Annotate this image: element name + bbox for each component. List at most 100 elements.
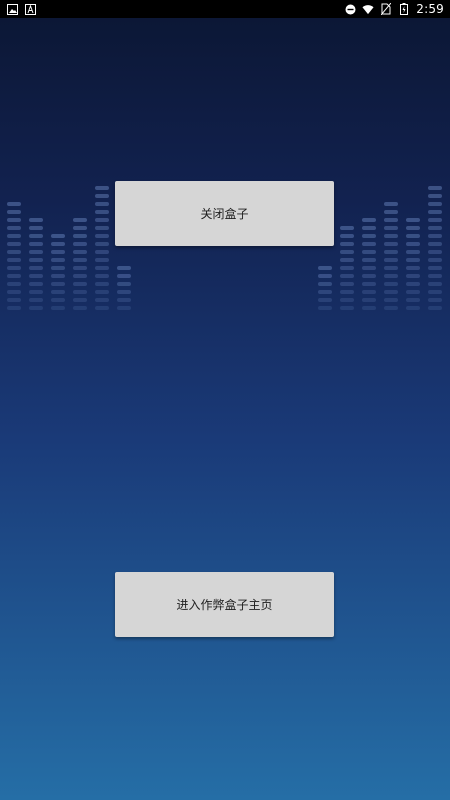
equalizer-segment: [95, 274, 109, 278]
equalizer-column: [7, 170, 21, 310]
equalizer-segment: [73, 242, 87, 246]
equalizer-segment: [362, 282, 376, 286]
equalizer-segment: [428, 266, 442, 270]
equalizer-segment: [318, 306, 332, 310]
equalizer-segment: [95, 250, 109, 254]
equalizer-segment: [384, 306, 398, 310]
equalizer-segment: [29, 250, 43, 254]
close-box-button[interactable]: 关闭盒子: [115, 181, 334, 246]
equalizer-segment: [95, 290, 109, 294]
equalizer-segment: [51, 258, 65, 262]
equalizer-segment: [340, 242, 354, 246]
equalizer-segment: [95, 306, 109, 310]
equalizer-segment: [428, 186, 442, 190]
equalizer-segment: [384, 274, 398, 278]
equalizer-segment: [7, 234, 21, 238]
equalizer-segment: [384, 218, 398, 222]
equalizer-segment: [95, 298, 109, 302]
equalizer-segment: [73, 306, 87, 310]
equalizer-segment: [362, 290, 376, 294]
equalizer-segment: [95, 282, 109, 286]
equalizer-segment: [384, 298, 398, 302]
equalizer-segment: [384, 290, 398, 294]
equalizer-segment: [29, 234, 43, 238]
equalizer-segment: [384, 202, 398, 206]
equalizer-segment: [406, 282, 420, 286]
equalizer-segment: [428, 274, 442, 278]
equalizer-segment: [428, 290, 442, 294]
equalizer-segment: [7, 210, 21, 214]
equalizer-segment: [29, 290, 43, 294]
equalizer-segment: [73, 290, 87, 294]
enter-cheat-box-home-button[interactable]: 进入作弊盒子主页: [115, 572, 334, 637]
status-time: 2:59: [416, 2, 444, 16]
equalizer-segment: [7, 202, 21, 206]
equalizer-segment: [406, 226, 420, 230]
equalizer-segment: [95, 194, 109, 198]
equalizer-segment: [73, 298, 87, 302]
equalizer-segment: [384, 210, 398, 214]
equalizer-segment: [73, 226, 87, 230]
equalizer-segment: [340, 298, 354, 302]
equalizer-segment: [29, 226, 43, 230]
equalizer-segment: [406, 242, 420, 246]
text-a-icon: [24, 3, 36, 15]
equalizer-segment: [51, 274, 65, 278]
equalizer-segment: [117, 274, 131, 278]
equalizer-column: [340, 170, 354, 310]
equalizer-segment: [7, 242, 21, 246]
equalizer-segment: [95, 258, 109, 262]
equalizer-segment: [362, 234, 376, 238]
equalizer-segment: [384, 250, 398, 254]
status-right: 2:59: [344, 2, 444, 16]
equalizer-segment: [318, 274, 332, 278]
equalizer-segment: [318, 298, 332, 302]
equalizer-segment: [340, 258, 354, 262]
equalizer-segment: [384, 258, 398, 262]
equalizer-segment: [7, 298, 21, 302]
equalizer-segment: [73, 258, 87, 262]
equalizer-segment: [29, 282, 43, 286]
equalizer-segment: [73, 282, 87, 286]
equalizer-segment: [7, 274, 21, 278]
equalizer-segment: [340, 250, 354, 254]
equalizer-segment: [51, 242, 65, 246]
equalizer-segment: [428, 202, 442, 206]
equalizer-segment: [428, 194, 442, 198]
equalizer-segment: [51, 250, 65, 254]
equalizer-segment: [29, 274, 43, 278]
equalizer-segment: [362, 266, 376, 270]
battery-charging-icon: [398, 3, 410, 15]
equalizer-segment: [29, 258, 43, 262]
equalizer-segment: [95, 186, 109, 190]
equalizer-segment: [340, 266, 354, 270]
equalizer-segment: [7, 218, 21, 222]
equalizer-segment: [384, 234, 398, 238]
equalizer-segment: [362, 242, 376, 246]
equalizer-column: [362, 170, 376, 310]
equalizer-segment: [406, 258, 420, 262]
image-icon: [6, 3, 18, 15]
equalizer-segment: [95, 266, 109, 270]
equalizer-segment: [340, 306, 354, 310]
equalizer-segment: [428, 298, 442, 302]
equalizer-column: [95, 170, 109, 310]
equalizer-segment: [29, 242, 43, 246]
equalizer-segment: [428, 218, 442, 222]
equalizer-segment: [95, 242, 109, 246]
status-left: [6, 3, 36, 15]
equalizer-segment: [362, 298, 376, 302]
equalizer-segment: [51, 266, 65, 270]
equalizer-segment: [362, 258, 376, 262]
equalizer-segment: [51, 306, 65, 310]
equalizer-segment: [406, 290, 420, 294]
equalizer-segment: [340, 290, 354, 294]
equalizer-segment: [406, 274, 420, 278]
equalizer-segment: [117, 290, 131, 294]
equalizer-segment: [340, 234, 354, 238]
equalizer-segment: [384, 282, 398, 286]
equalizer-segment: [29, 306, 43, 310]
wifi-icon: [362, 3, 374, 15]
equalizer-segment: [406, 250, 420, 254]
equalizer-segment: [384, 242, 398, 246]
